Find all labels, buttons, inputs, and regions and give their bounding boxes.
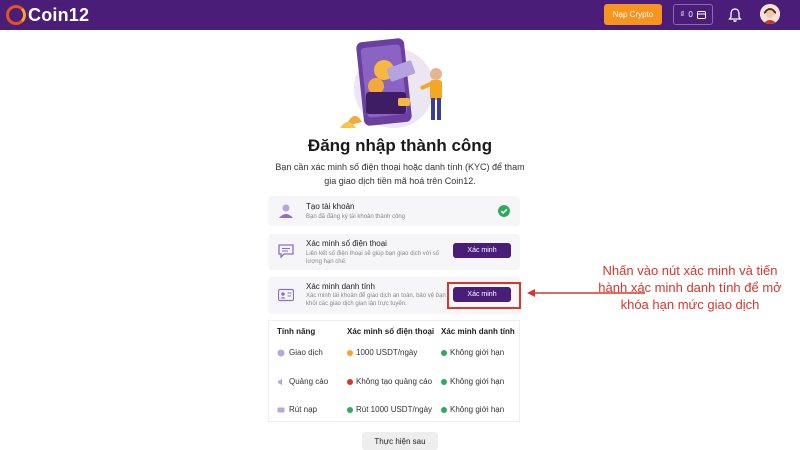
avatar-image-icon [760,4,780,24]
step-verify-phone: Xác minh số điện thoại Liên kết số điện … [268,234,520,270]
check-circle-icon [441,378,447,385]
step-description: Liên kết số điện thoại sẽ giúp bạn giao … [306,251,440,265]
cell-value: Không giới hạn [450,405,505,414]
page-subtitle: Bạn cần xác minh số điện thoại hoặc danh… [275,162,525,186]
cell-value: Rút 1000 USDT/ngày [356,405,433,414]
wallet-icon [696,10,706,19]
feature-label: Rút nạp [289,405,318,414]
chat-icon [278,244,294,258]
deposit-crypto-button[interactable]: Nạp Crypto [604,4,662,25]
top-navbar: Coin12 Nạp Crypto ₫ 0 [0,0,800,30]
table-row-feature: Quảng cáo [277,377,328,386]
step-description: Xác minh tài khoản để giao dịch an toàn,… [306,293,446,307]
table-header-phone: Xác minh số điện thoại [347,327,435,336]
step-title: Xác minh số điện thoại [306,239,387,248]
logo-icon [6,5,26,25]
wallet-balance-value: 0 [688,10,693,19]
table-cell-phone: 1000 USDT/ngày [347,348,417,357]
do-later-button[interactable]: Thực hiện sau [362,432,438,450]
limited-status-icon [347,349,353,356]
logo-text: Coin12 [28,4,90,25]
table-row-feature: Rút nạp [277,405,317,414]
check-circle-icon [441,349,447,356]
feature-label: Quảng cáo [289,377,329,386]
user-icon [279,204,293,218]
table-cell-identity: Không giới hạn [441,405,504,414]
megaphone-icon [278,378,282,385]
id-card-icon [278,288,294,302]
check-circle-icon [441,406,447,413]
bell-icon[interactable] [727,7,743,23]
x-circle-icon [347,378,353,385]
feature-label: Giao dịch [289,348,323,357]
instruction-annotation: Nhấn vào nút xác minh và tiến hành xác m… [598,263,782,312]
step-title: Xác minh danh tính [306,282,375,291]
feature-comparison-table: Tính năng Xác minh số điện thoại Xác min… [268,320,520,422]
logo[interactable]: Coin12 [6,4,89,26]
exchange-icon [277,349,285,356]
table-header-feature: Tính năng [277,327,316,336]
cell-value: Không tạo quảng cáo [356,377,433,386]
highlight-box [447,282,521,309]
step-title: Tạo tài khoản [306,202,355,211]
verify-phone-button[interactable]: Xác minh [453,243,511,258]
table-header-identity: Xác minh danh tính [441,327,515,336]
avatar[interactable] [760,4,780,24]
cell-value: 1000 USDT/ngày [356,348,418,357]
table-cell-phone: Không tạo quảng cáo [347,377,432,386]
table-cell-phone: Rút 1000 USDT/ngày [347,405,432,414]
cell-value: Không giới hạn [450,377,505,386]
wallet-balance-button[interactable]: ₫ 0 [673,4,713,25]
cell-value: Không giới hạn [450,348,505,357]
check-circle-icon [498,205,510,217]
table-cell-identity: Không giới hạn [441,377,504,386]
wallet-illustration [340,38,442,128]
page-title: Đăng nhập thành công [307,136,493,155]
table-row-feature: Giao dịch [277,348,323,357]
wallet-coin-icon: ₫ [680,10,685,19]
step-description: Bạn đã đăng ký tài khoản thành công [306,214,406,220]
table-cell-identity: Không giới hạn [441,348,504,357]
check-circle-icon [347,406,353,413]
deposit-withdraw-icon [277,407,285,412]
step-create-account: Tạo tài khoản Bạn đã đăng ký tài khoản t… [268,196,520,226]
